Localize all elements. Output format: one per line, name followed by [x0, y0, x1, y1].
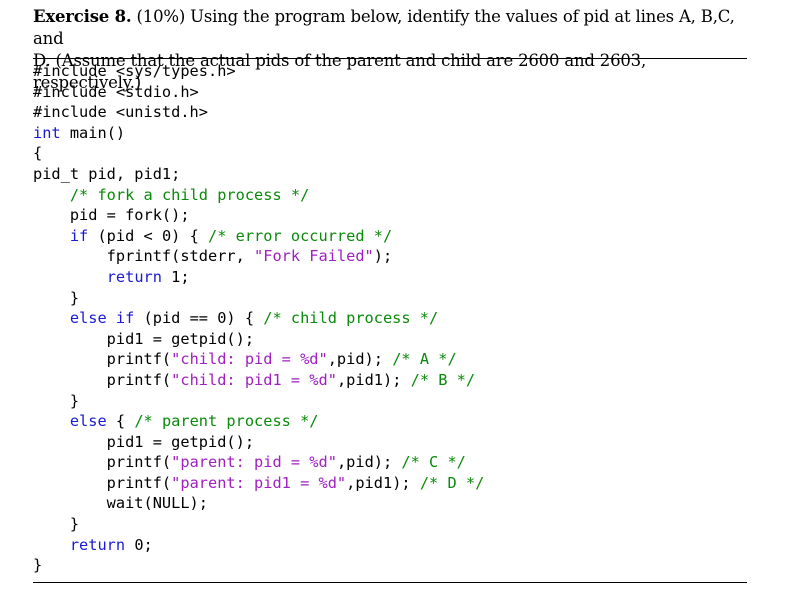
code-text: #include <sys/types.h> [33, 62, 236, 80]
code-keyword: int [33, 123, 61, 142]
code-text: ); [373, 247, 393, 266]
code-line: else { /* parent process */ [33, 411, 484, 432]
code-comment: /* parent process */ [134, 412, 319, 431]
code-line: wait(NULL); [33, 493, 484, 514]
exercise-title: Exercise 8. [33, 7, 132, 26]
code-keyword: if [69, 226, 89, 245]
code-line: } [33, 514, 484, 535]
code-line: pid = fork(); [33, 205, 484, 226]
code-line: int main() [33, 123, 484, 144]
code-line: { [33, 143, 484, 164]
code-string: "child: pid1 = %d" [171, 370, 337, 389]
code-line: pid1 = getpid(); [33, 329, 484, 350]
code-line: return 0; [33, 535, 484, 556]
exercise-weight: (10%) [136, 7, 186, 26]
code-text: #include <stdio.h> [33, 82, 199, 101]
code-text: printf( [33, 370, 172, 389]
code-string: "parent: pid1 = %d" [171, 473, 347, 492]
code-text: pid1 = getpid(); [33, 329, 255, 348]
code-text: (pid == 0) { [134, 309, 264, 328]
code-text: printf( [33, 453, 172, 472]
code-text: ,pid); [327, 350, 393, 369]
code-comment: /* B */ [410, 370, 476, 389]
code-line: #include <sys/types.h> [33, 61, 484, 82]
code-line: printf("child: pid = %d",pid); /* A */ [33, 349, 484, 370]
code-text: } [33, 288, 80, 307]
top-divider [33, 58, 747, 59]
code-text: (pid < 0) { [88, 226, 208, 245]
exercise-prompt-line-1: Exercise 8. (10%) Using the program belo… [33, 6, 753, 50]
code-keyword: return [106, 267, 162, 286]
code-line: return 1; [33, 267, 484, 288]
code-string: "Fork Failed" [254, 247, 374, 266]
code-text: { [106, 412, 135, 431]
code-text: { [33, 144, 43, 163]
code-text: pid1 = getpid(); [33, 432, 255, 451]
code-line: if (pid < 0) { /* error occurred */ [33, 226, 484, 247]
code-line: pid1 = getpid(); [33, 432, 484, 453]
code-comment: /* C */ [401, 453, 466, 472]
code-text: printf( [33, 473, 172, 492]
code-line: #include <stdio.h> [33, 82, 484, 103]
code-line: /* fork a child process */ [33, 185, 484, 206]
code-text: wait(NULL); [33, 494, 208, 513]
code-line: printf("child: pid1 = %d",pid1); /* B */ [33, 370, 484, 391]
code-text: } [33, 515, 80, 534]
code-comment: /* A */ [392, 350, 457, 369]
code-line: printf("parent: pid1 = %d",pid1); /* D *… [33, 473, 485, 494]
code-keyword: return [69, 535, 126, 554]
code-line: pid_t pid, pid1; [33, 164, 484, 185]
code-comment: /* D */ [419, 473, 485, 492]
code-text: } [33, 391, 80, 410]
code-line: #include <unistd.h> [33, 102, 484, 123]
code-text: fprintf(stderr, [33, 247, 255, 266]
code-text: #include <unistd.h> [33, 103, 208, 122]
code-listing: #include <sys/types.h> #include <stdio.h>… [33, 61, 484, 576]
code-string: "parent: pid = %d" [171, 453, 337, 472]
code-text: ,pid1); [336, 370, 411, 389]
code-line: } [33, 391, 484, 412]
code-text: ,pid); [336, 453, 402, 472]
code-line: else if (pid == 0) { /* child process */ [33, 308, 484, 329]
code-line: printf("parent: pid = %d",pid); /* C */ [33, 452, 484, 473]
code-text: main() [60, 123, 126, 142]
code-comment: /* child process */ [263, 309, 439, 328]
bottom-divider [33, 582, 747, 583]
code-text: 1; [161, 267, 190, 286]
code-text: 0; [125, 535, 153, 554]
code-text: } [33, 556, 43, 575]
code-comment: /* fork a child process */ [69, 185, 310, 204]
code-text: pid_t pid, pid1; [33, 164, 181, 183]
code-text: pid = fork(); [33, 206, 190, 225]
code-line: } [33, 555, 484, 576]
code-line: fprintf(stderr, "Fork Failed"); [33, 246, 484, 267]
code-keyword: else [69, 412, 107, 431]
code-text: printf( [33, 350, 172, 369]
code-line: } [33, 288, 484, 309]
code-text: ,pid1); [346, 473, 420, 492]
code-keyword: else if [69, 309, 135, 328]
code-string: "child: pid = %d" [171, 350, 328, 369]
code-comment: /* error occurred */ [208, 226, 393, 245]
